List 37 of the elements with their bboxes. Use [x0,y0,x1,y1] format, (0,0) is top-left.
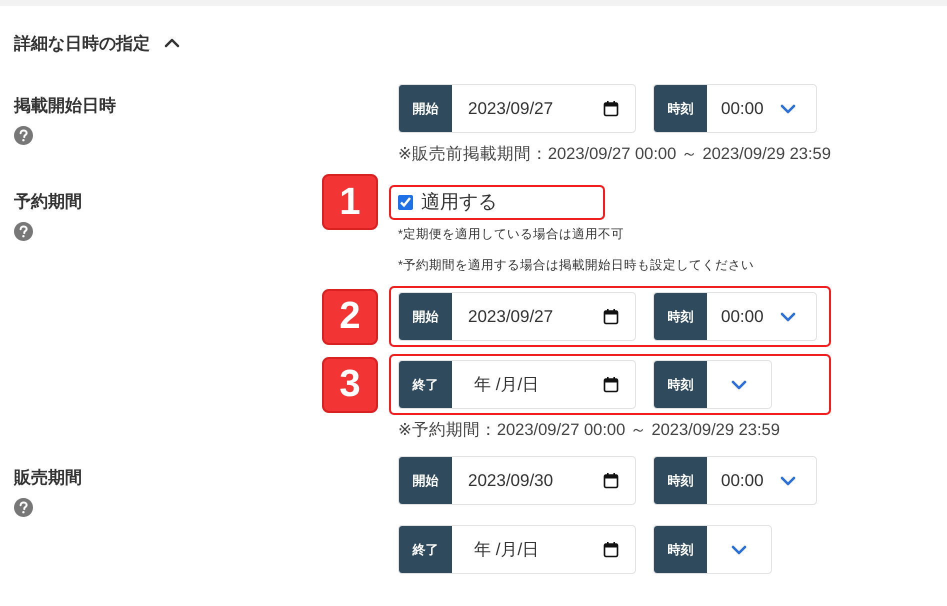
chevron-down-icon[interactable] [780,104,796,114]
time-select[interactable]: 時刻 00:00 [653,456,817,505]
callout-badge: 2 [322,288,378,344]
section-heading: 詳細な日時の指定 [14,32,150,54]
date-field[interactable]: 終了 年 /月/日 [398,360,636,409]
date-field[interactable]: 開始 2023/09/30 [398,456,636,505]
help-icon[interactable] [14,222,33,241]
checkbox[interactable] [398,194,413,210]
callout-badge: 1 [322,174,378,230]
checkbox-label[interactable]: 適用する [421,189,497,215]
calendar-icon[interactable] [603,541,619,558]
field-label: 予約期間 [14,191,82,213]
chevron-down-icon[interactable] [780,476,796,486]
help-icon[interactable] [14,498,33,517]
field-label: 掲載開始日時 [14,95,116,117]
date-field[interactable]: 開始 2023/09/27 [398,84,636,133]
calendar-icon[interactable] [603,308,619,325]
calendar-icon[interactable] [603,472,619,489]
date-field[interactable]: 開始 2023/09/27 [398,292,636,341]
date-field[interactable]: 終了 年 /月/日 [398,525,636,574]
field-label: 販売期間 [14,467,82,489]
help-icon[interactable] [14,126,33,145]
chevron-down-icon[interactable] [780,312,796,322]
caret-icon[interactable] [164,38,180,48]
calendar-icon[interactable] [603,100,619,117]
time-select[interactable]: 時刻 [653,360,772,409]
chevron-down-icon[interactable] [731,380,747,390]
hint-text: *予約期間を適用する場合は掲載開始日時も設定してください [397,257,755,274]
calendar-icon[interactable] [603,376,619,393]
chevron-down-icon[interactable] [731,544,747,554]
time-select[interactable]: 時刻 00:00 [653,292,817,341]
callout-badge: 3 [322,356,378,412]
hint-text: *定期便を適用している場合は適用不可 [397,226,625,243]
period-note: ※予約期間：2023/09/27 00:00 ～ 2023/09/29 23:59 [397,420,781,441]
time-select[interactable]: 時刻 [653,525,772,574]
time-select[interactable]: 時刻 00:00 [653,84,817,133]
period-note: ※販売前掲載期間：2023/09/27 00:00 ～ 2023/09/29 23:59 [397,144,832,165]
